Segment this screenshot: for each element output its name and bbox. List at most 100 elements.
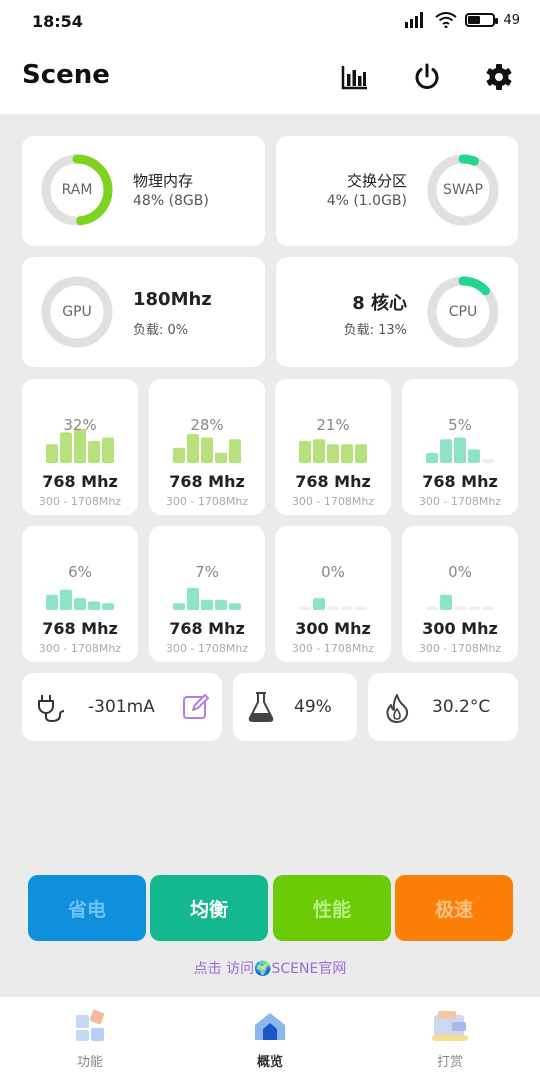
core-frequency: 768 Mhz	[295, 472, 371, 491]
settings-gear-icon[interactable]	[484, 62, 514, 92]
core-load-bar	[229, 603, 241, 610]
core-load-bar	[46, 594, 58, 610]
core-load-bar	[440, 439, 452, 463]
cpu-card[interactable]: 8 核心 负载: 13% CPU	[276, 257, 518, 367]
wifi-icon	[435, 12, 458, 28]
core-frequency-range: 300 - 1708Mhz	[165, 495, 249, 508]
clock: 18:54	[32, 12, 83, 31]
power-saving-mode-button[interactable]: 省电	[28, 875, 146, 941]
core-load-percent: 21%	[316, 416, 350, 434]
core-frequency: 768 Mhz	[42, 472, 118, 491]
power-icon[interactable]	[412, 62, 442, 92]
core-load-bar	[201, 437, 213, 463]
core-load-bar	[46, 444, 58, 463]
ram-detail: 48% (8GB)	[133, 193, 209, 209]
core-load-bar	[88, 440, 100, 463]
core-frequency-range: 300 - 1708Mhz	[38, 495, 122, 508]
core-load-bar	[102, 437, 114, 463]
ram-card[interactable]: RAM 物理内存 48% (8GB)	[22, 136, 265, 246]
nav-overview-label: 概览	[256, 1055, 283, 1070]
core-load-percent: 32%	[63, 416, 97, 434]
edit-icon[interactable]	[182, 693, 210, 721]
app-title: Scene	[22, 60, 110, 90]
charging-plug-icon	[38, 695, 65, 723]
core-load-percent: 0%	[321, 563, 345, 581]
swap-ring-label: SWAP	[443, 182, 483, 198]
gpu-card[interactable]: GPU 180Mhz 负载: 0%	[22, 257, 265, 367]
battery-icon	[465, 13, 499, 27]
bottom-navigation: 功能 概览 打赏	[0, 997, 540, 1080]
battery-level-value: 49%	[294, 697, 332, 717]
cpu-core-card: 6% 768 Mhz 300 - 1708Mhz	[22, 526, 138, 662]
core-frequency: 300 Mhz	[295, 619, 371, 638]
core-load-bar	[74, 429, 86, 463]
core-load-bar	[102, 603, 114, 610]
core-load-bar	[341, 444, 353, 463]
core-load-bar	[187, 587, 199, 610]
swap-card[interactable]: 交换分区 4% (1.0GB) SWAP	[276, 136, 518, 246]
core-load-bar	[88, 601, 100, 610]
cpu-ring: CPU	[426, 275, 500, 349]
core-load-bar	[60, 589, 72, 610]
features-icon	[76, 1009, 105, 1041]
cpu-ring-label: CPU	[448, 304, 478, 320]
cpu-core-card: 7% 768 Mhz 300 - 1708Mhz	[149, 526, 265, 662]
core-load-bar	[215, 599, 227, 610]
cpu-core-card: 5% 768 Mhz 300 - 1708Mhz	[402, 379, 518, 515]
bar-chart-icon[interactable]	[340, 62, 370, 92]
core-load-bar	[74, 598, 86, 610]
core-frequency-range: 300 - 1708Mhz	[165, 642, 249, 655]
core-load-bar	[482, 458, 494, 463]
current-card[interactable]: -301mA	[22, 673, 222, 741]
core-load-bar	[173, 603, 185, 610]
core-load-bar	[482, 606, 494, 610]
core-load-bar	[299, 440, 311, 463]
core-frequency-range: 300 - 1708Mhz	[291, 495, 375, 508]
core-load-bar	[355, 606, 367, 610]
gpu-load: 负载: 0%	[133, 323, 189, 338]
core-load-bar	[299, 606, 311, 610]
core-load-bar	[327, 606, 339, 610]
swap-title: 交换分区	[346, 172, 407, 190]
performance-mode-button[interactable]: 性能	[273, 875, 391, 941]
balanced-mode-button[interactable]: 均衡	[150, 875, 268, 941]
nav-features[interactable]: 功能	[30, 1009, 150, 1070]
nav-features-label: 功能	[76, 1055, 103, 1070]
core-load-bar	[454, 606, 466, 610]
battery-current-value: -301mA	[88, 697, 155, 717]
gpu-frequency: 180Mhz	[133, 289, 212, 310]
core-load-bar	[341, 606, 353, 610]
gpu-ring-label: GPU	[62, 304, 92, 320]
core-frequency: 300 Mhz	[422, 619, 498, 638]
nav-overview[interactable]: 概览	[210, 1009, 330, 1070]
cpu-load: 负载: 13%	[343, 323, 407, 338]
home-icon	[255, 1013, 285, 1040]
temperature-value: 30.2°C	[432, 697, 491, 717]
gpu-ring: GPU	[40, 275, 114, 349]
core-frequency-range: 300 - 1708Mhz	[291, 642, 375, 655]
donate-wallet-icon	[432, 1011, 468, 1041]
core-load-bar	[187, 434, 199, 463]
core-load-bar	[313, 439, 325, 463]
cpu-core-card: 28% 768 Mhz 300 - 1708Mhz	[149, 379, 265, 515]
turbo-mode-button[interactable]: 极速	[395, 875, 513, 941]
cpu-cores: 8 核心	[352, 293, 407, 314]
temperature-card[interactable]: 30.2°C	[368, 673, 518, 741]
core-frequency-range: 300 - 1708Mhz	[38, 642, 122, 655]
flame-icon	[386, 694, 409, 723]
cpu-core-card: 0% 300 Mhz 300 - 1708Mhz	[402, 526, 518, 662]
core-frequency-range: 300 - 1708Mhz	[418, 642, 502, 655]
core-load-bar	[440, 594, 452, 610]
website-link[interactable]: 点击 访问🌍SCENE官网	[0, 958, 540, 978]
core-load-percent: 28%	[190, 416, 224, 434]
battery-level-card[interactable]: 49%	[233, 673, 357, 741]
core-load-bar	[426, 452, 438, 463]
core-load-percent: 6%	[68, 563, 92, 581]
ram-ring-label: RAM	[61, 182, 93, 198]
ram-title: 物理内存	[133, 172, 194, 190]
core-load-bar	[468, 449, 480, 463]
status-bar: 18:54 49	[0, 0, 540, 46]
signal-icon	[405, 12, 424, 28]
nav-donate[interactable]: 打赏	[390, 1009, 510, 1070]
core-load-bar	[468, 606, 480, 610]
